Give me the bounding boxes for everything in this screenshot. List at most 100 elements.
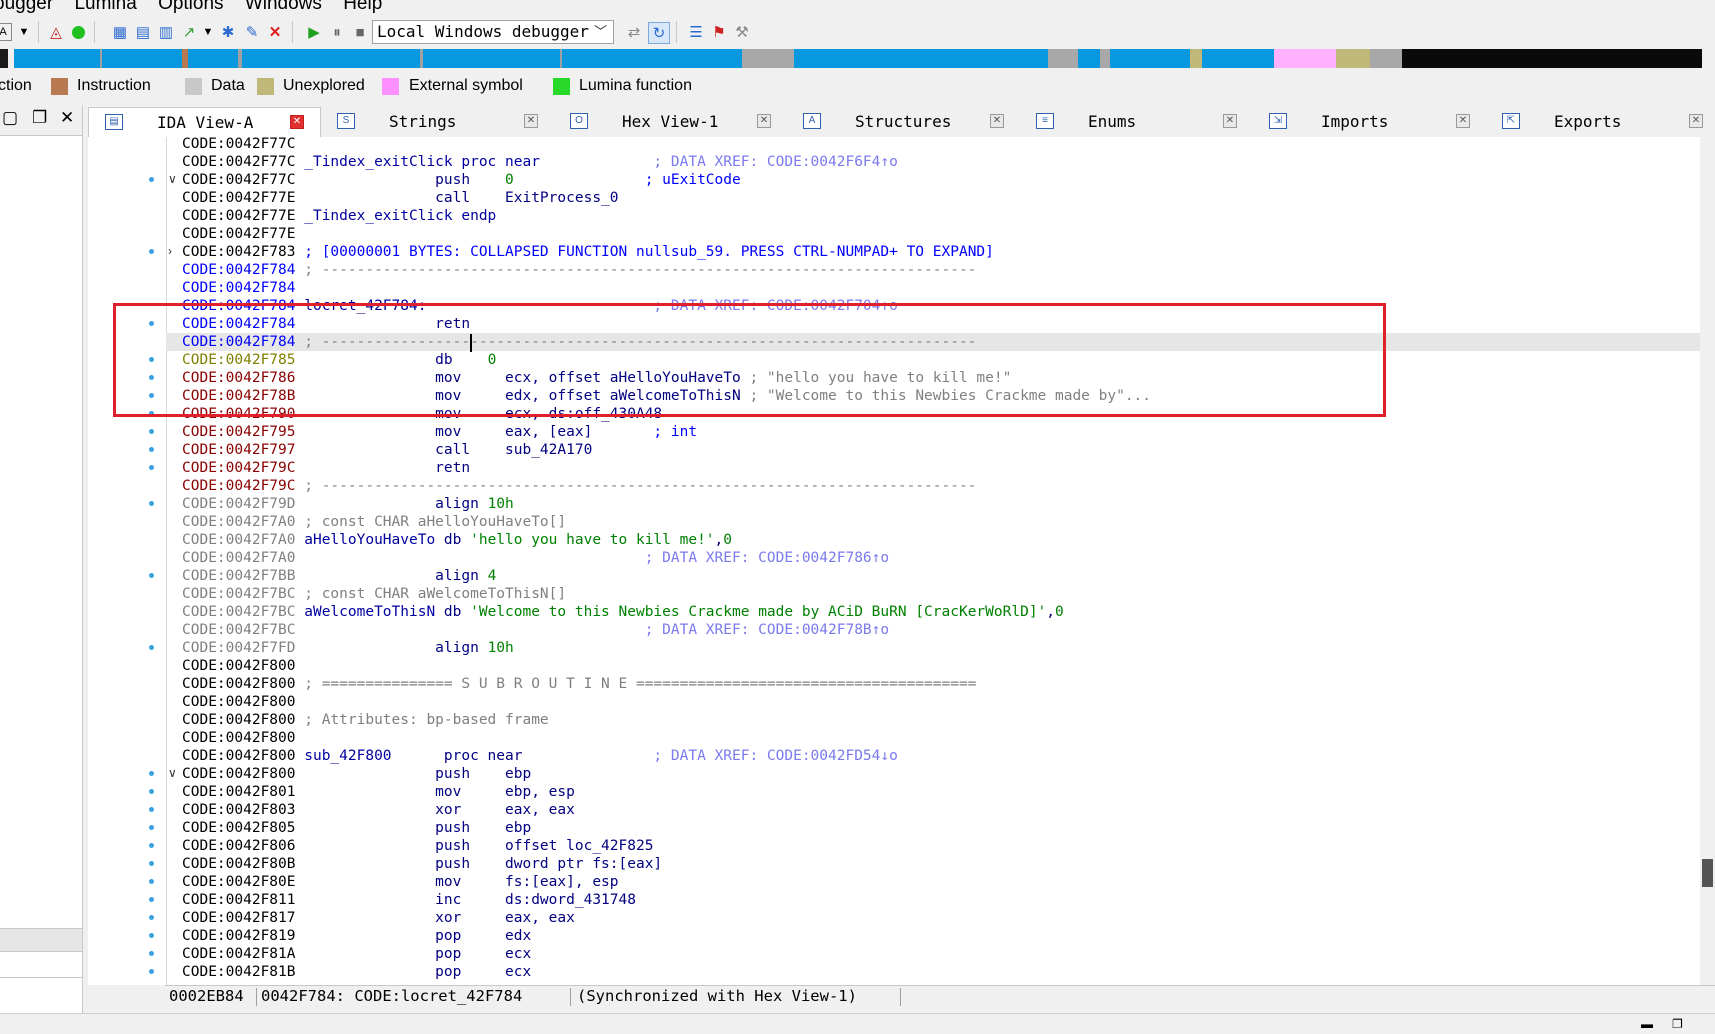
debug-flag-icon[interactable]: ⚑ — [709, 22, 729, 42]
breakpoint-icon[interactable]: ✱ — [218, 22, 238, 42]
listing-line[interactable]: CODE:0042F795 mov eax, [eax] ; int — [182, 423, 697, 441]
listing-line[interactable]: CODE:0042F77C _Tindex_exitClick proc nea… — [182, 153, 898, 171]
listing-line[interactable]: CODE:0042F7BB align 4 — [182, 567, 496, 585]
tab-ida-view-a[interactable]: ▤ IDA View-A ✕ — [88, 107, 321, 137]
listing-line[interactable]: CODE:0042F800 ; =============== S U B R … — [182, 675, 976, 693]
run-icon[interactable]: ▶ — [304, 22, 324, 42]
panel-filter[interactable] — [0, 957, 82, 978]
debugger-select[interactable]: Local Windows debugger ﹀ — [372, 20, 614, 44]
breakpoint-dot-icon[interactable] — [149, 807, 154, 812]
listing-line[interactable]: CODE:0042F784 — [182, 279, 296, 297]
pause-icon[interactable]: ⏸ — [327, 22, 347, 42]
listing-line[interactable]: CODE:0042F7BC ; DATA XREF: CODE:0042F78B… — [182, 621, 889, 639]
listing-line[interactable]: CODE:0042F77E _Tindex_exitClick endp — [182, 207, 496, 225]
close-tab-icon[interactable]: ✕ — [757, 114, 771, 128]
menu-windows[interactable]: Windows — [245, 0, 322, 14]
listing-line[interactable]: CODE:0042F7A0 ; DATA XREF: CODE:0042F786… — [182, 549, 889, 567]
tab-enums[interactable]: ≡ Enums ✕ — [1020, 107, 1253, 137]
close-tab-icon[interactable]: ✕ — [1223, 114, 1237, 128]
listing-line[interactable]: CODE:0042F800 ; Attributes: bp-based fra… — [182, 711, 549, 729]
disassembly-listing[interactable]: CODE:0042F77C CODE:0042F77C _Tindex_exitC… — [88, 137, 1715, 985]
listing-line[interactable]: CODE:0042F7A0 ; const CHAR aHelloYouHave… — [182, 513, 566, 531]
green-status-icon[interactable] — [68, 22, 88, 42]
listing-line[interactable]: CODE:0042F79C retn — [182, 459, 470, 477]
listing-line[interactable]: CODE:0042F800 — [182, 693, 296, 711]
breakpoint-dot-icon[interactable] — [149, 645, 154, 650]
dropdown-arrow-icon[interactable]: ▼ — [14, 22, 34, 42]
close-tab-icon[interactable]: ✕ — [290, 115, 304, 129]
listing-line[interactable]: CODE:0042F81B pop ecx — [182, 963, 531, 981]
close-tab-icon[interactable]: ✕ — [1689, 114, 1703, 128]
listing-line[interactable]: CODE:0042F784 ; ------------------------… — [182, 261, 976, 279]
expand-icon[interactable]: › — [168, 244, 172, 258]
edit-icon[interactable]: ✎ — [242, 22, 262, 42]
close-tab-icon[interactable]: ✕ — [990, 114, 1004, 128]
listing-line[interactable]: CODE:0042F77E — [182, 225, 296, 243]
breakpoint-dot-icon[interactable] — [149, 843, 154, 848]
breakpoint-dot-icon[interactable] — [149, 861, 154, 866]
navigation-band[interactable] — [0, 49, 1715, 68]
breakpoint-dot-icon[interactable] — [149, 447, 154, 452]
listing-line[interactable]: CODE:0042F77E call ExitProcess_0 — [182, 189, 619, 207]
listing-line[interactable]: CODE:0042F811 inc ds:dword_431748 — [182, 891, 636, 909]
listing-line[interactable]: CODE:0042F803 xor eax, eax — [182, 801, 575, 819]
scrollbar-thumb[interactable] — [1702, 859, 1713, 887]
collapse-icon[interactable]: ∨ — [168, 172, 177, 186]
listing-line[interactable]: CODE:0042F79C ; ------------------------… — [182, 477, 976, 495]
breakpoint-dot-icon[interactable] — [149, 249, 154, 254]
collapse-icon[interactable]: ∨ — [168, 766, 177, 780]
step-over-icon[interactable]: ↻ — [648, 22, 670, 44]
restore-icon[interactable]: ❐ — [32, 108, 47, 128]
menu-debugger[interactable]: bugger — [0, 0, 53, 14]
breakpoint-dot-icon[interactable] — [149, 177, 154, 182]
listing-line[interactable]: CODE:0042F7BC ; const CHAR aWelcomeToThi… — [182, 585, 566, 603]
panel-divider[interactable] — [0, 928, 82, 952]
listing-line[interactable]: CODE:0042F80E mov fs:[eax], esp — [182, 873, 619, 891]
add-enum-icon[interactable]: ▥ — [156, 22, 176, 42]
tab-exports[interactable]: ⇱ Exports ✕ — [1486, 107, 1715, 137]
breakpoint-dot-icon[interactable] — [149, 933, 154, 938]
listing-line[interactable]: CODE:0042F801 mov ebp, esp — [182, 783, 575, 801]
stop-icon[interactable]: ■ — [350, 22, 370, 42]
view-mode-icon[interactable]: A — [0, 23, 12, 41]
breakpoint-dot-icon[interactable] — [149, 789, 154, 794]
breakpoint-dot-icon[interactable] — [149, 501, 154, 506]
listing-line[interactable]: CODE:0042F805 push ebp — [182, 819, 531, 837]
listing-line[interactable]: CODE:0042F817 xor eax, eax — [182, 909, 575, 927]
breakpoint-dot-icon[interactable] — [149, 771, 154, 776]
jump-icon[interactable]: ↗ — [179, 22, 199, 42]
listing-line[interactable]: CODE:0042F783 ; [00000001 BYTES: COLLAPS… — [182, 243, 994, 261]
breakpoint-dot-icon[interactable] — [149, 429, 154, 434]
menu-help[interactable]: Help — [343, 0, 382, 14]
add-segment-icon[interactable]: ▦ — [110, 22, 130, 42]
tab-hex-view-1[interactable]: O Hex View-1 ✕ — [554, 107, 787, 137]
listing-line[interactable]: CODE:0042F800 — [182, 729, 296, 747]
listing-line[interactable]: CODE:0042F797 call sub_42A170 — [182, 441, 592, 459]
listing-line[interactable]: CODE:0042F79D align 10h — [182, 495, 514, 513]
minimize-icon[interactable]: ▬ — [1641, 1017, 1653, 1031]
close-tab-icon[interactable]: ✕ — [1456, 114, 1470, 128]
maximize-icon[interactable]: ▢ — [2, 108, 18, 128]
listing-line[interactable]: CODE:0042F800 push ebp — [182, 765, 531, 783]
breakpoint-dot-icon[interactable] — [149, 897, 154, 902]
close-red-icon[interactable]: ✕ — [265, 22, 285, 42]
close-tab-icon[interactable]: ✕ — [524, 114, 538, 128]
menu-options[interactable]: Options — [158, 0, 223, 14]
tools-icon[interactable]: ⚒ — [732, 22, 752, 42]
tab-strings[interactable]: S Strings ✕ — [321, 107, 554, 137]
menu-lumina[interactable]: Lumina — [74, 0, 136, 14]
listing-line[interactable]: CODE:0042F7BC aWelcomeToThisN db 'Welcom… — [182, 603, 1064, 621]
listing-line[interactable]: CODE:0042F7A0 aHelloYouHaveTo db 'hello … — [182, 531, 732, 549]
breakpoint-dot-icon[interactable] — [149, 573, 154, 578]
close-icon[interactable]: ✕ — [60, 108, 74, 128]
step-icon[interactable]: ⇄ — [624, 22, 644, 42]
listing-line[interactable]: CODE:0042F819 pop edx — [182, 927, 531, 945]
listing-line[interactable]: CODE:0042F806 push offset loc_42F825 — [182, 837, 653, 855]
vertical-scrollbar[interactable] — [1700, 137, 1715, 985]
list-icon[interactable]: ☰ — [686, 22, 706, 42]
tab-imports[interactable]: ⇲ Imports ✕ — [1253, 107, 1486, 137]
breakpoint-dot-icon[interactable] — [149, 951, 154, 956]
listing-line[interactable]: CODE:0042F81A pop ecx — [182, 945, 531, 963]
dropdown-arrow-icon[interactable]: ▼ — [198, 22, 218, 42]
listing-line[interactable]: CODE:0042F800 sub_42F800 proc near ; DAT… — [182, 747, 898, 765]
